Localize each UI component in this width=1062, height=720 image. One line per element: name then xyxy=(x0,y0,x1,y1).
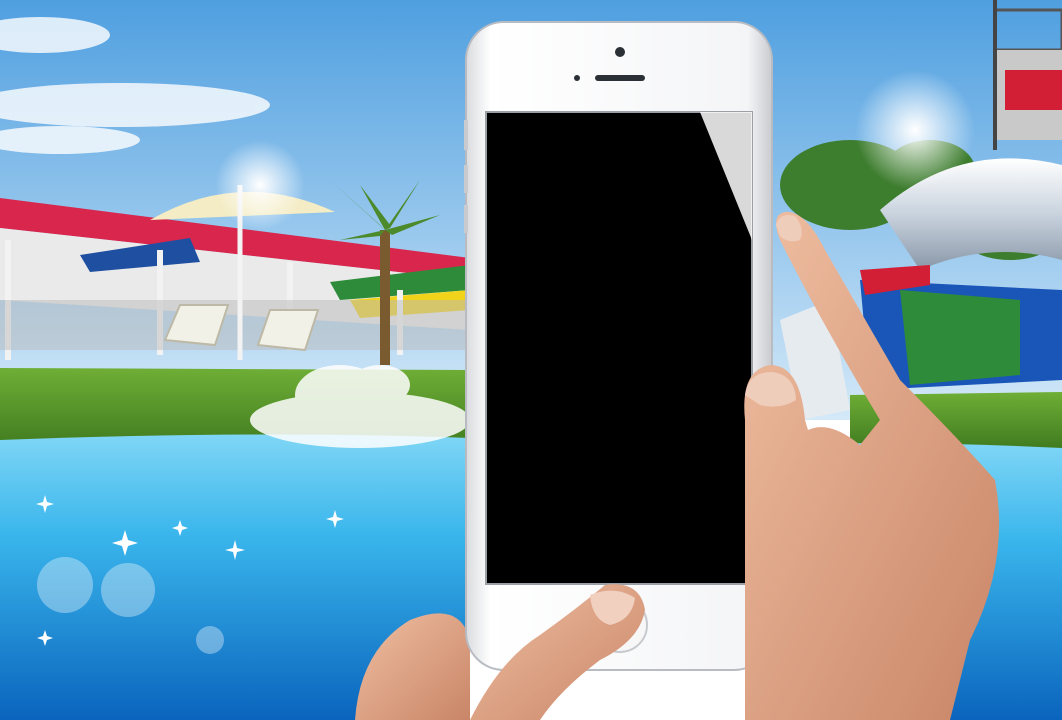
phone-sensor-icon xyxy=(574,75,580,81)
sun-glare xyxy=(855,70,975,190)
scene-svg xyxy=(0,0,1062,720)
phone-camera-icon xyxy=(615,47,625,57)
smartphone xyxy=(464,21,773,671)
sun-glare-2 xyxy=(215,140,305,230)
waterpark-phone-scene xyxy=(0,0,1062,720)
phone-speaker-icon xyxy=(595,75,645,81)
phone-screen xyxy=(485,111,753,585)
